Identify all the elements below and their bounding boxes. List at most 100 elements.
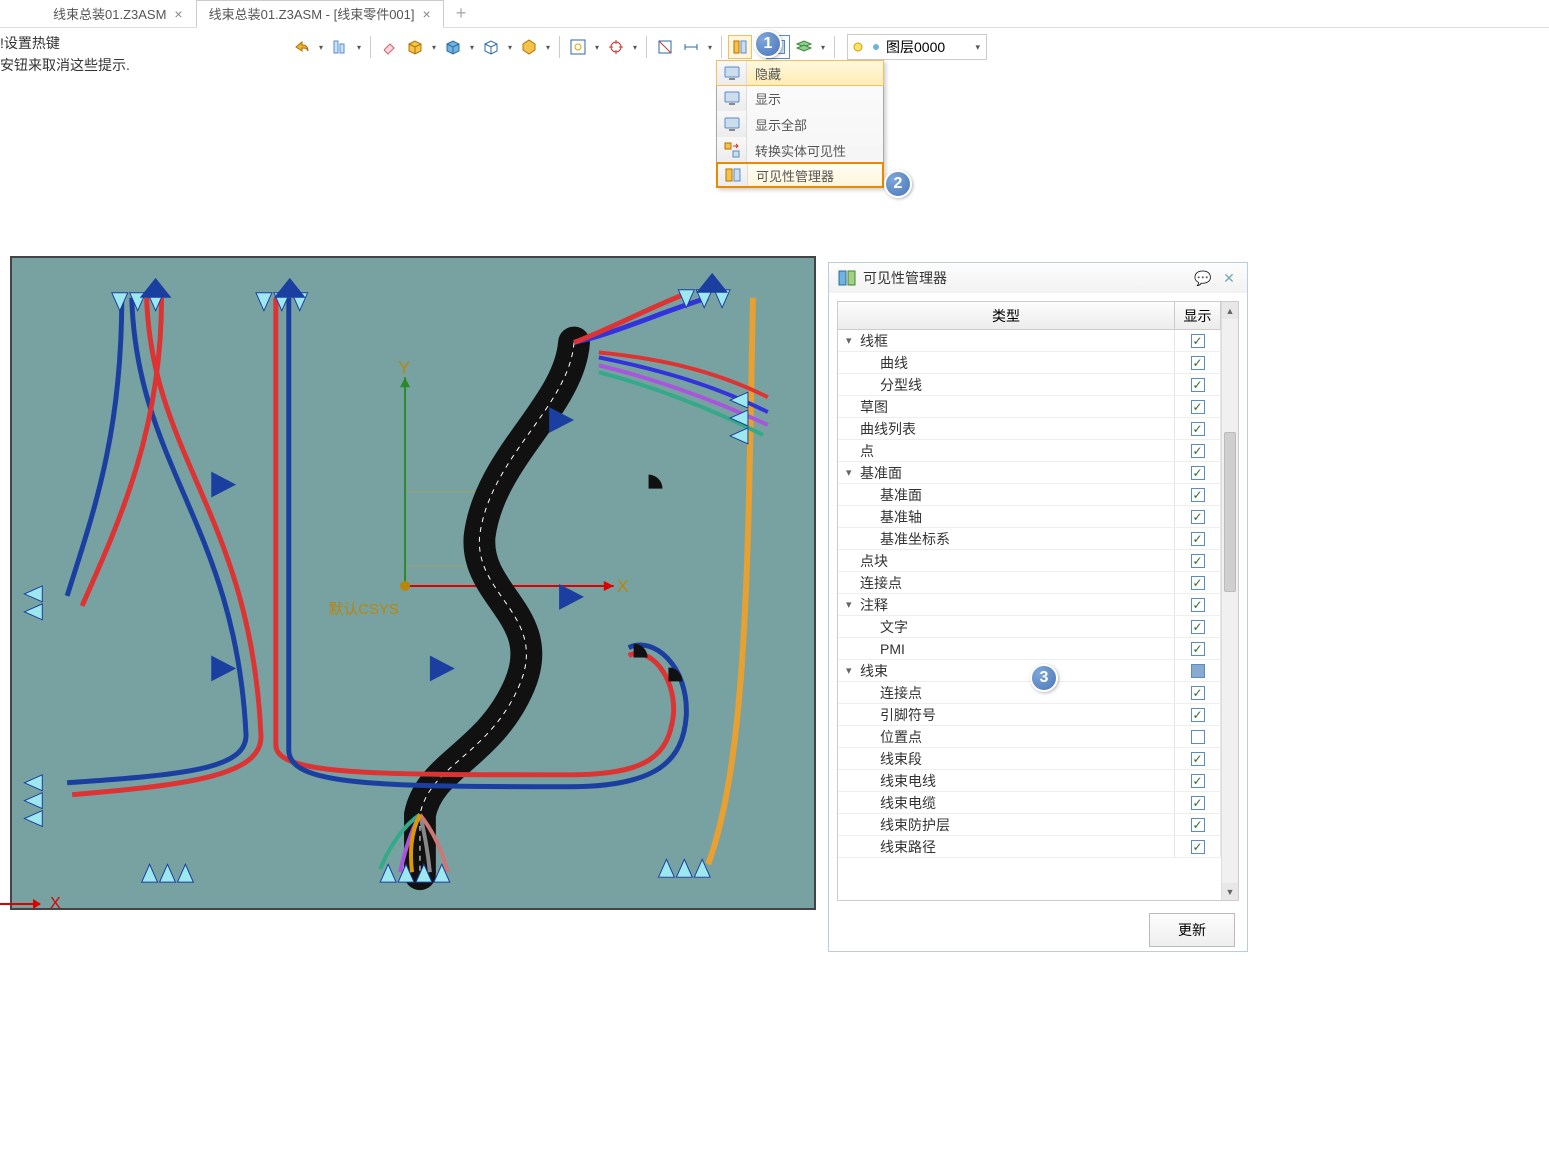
scroll-up-button[interactable]: ▲	[1222, 302, 1238, 319]
checkbox[interactable]: ✓	[1191, 686, 1205, 700]
visibility-menu-button[interactable]	[728, 35, 752, 59]
scroll-thumb[interactable]	[1224, 432, 1236, 592]
checkbox[interactable]: ✓	[1191, 334, 1205, 348]
tab-1[interactable]: 线束总装01.Z3ASM ×	[40, 0, 196, 28]
checkbox[interactable]: ✓	[1191, 620, 1205, 634]
csys-label: 默认CSYS	[329, 601, 399, 618]
table-row[interactable]: 连接点✓	[838, 572, 1221, 594]
toolbar: ▾ ▾ ▾ ▾ ▾ ▾ ▾ ▾ ▾ ▾ ▾ 图层0000 ▾	[290, 32, 987, 62]
chevron-down-icon[interactable]: ▾	[846, 664, 860, 677]
dropdown-arrow-icon[interactable]: ▾	[592, 43, 602, 52]
layer-selector[interactable]: 图层0000 ▾	[847, 34, 987, 60]
zoom-select-button[interactable]	[566, 35, 590, 59]
checkbox[interactable]: ✓	[1191, 818, 1205, 832]
dropdown-arrow-icon[interactable]: ▾	[354, 43, 364, 52]
update-button[interactable]: 更新	[1149, 913, 1235, 947]
checkbox[interactable]: ✓	[1191, 752, 1205, 766]
dropdown-arrow-icon[interactable]: ▾	[316, 43, 326, 52]
tab-bar: 线束总装01.Z3ASM × 线束总装01.Z3ASM - [线束零件001] …	[0, 0, 1549, 28]
checkbox[interactable]: ✓	[1191, 554, 1205, 568]
checkbox[interactable]: ✓	[1191, 466, 1205, 480]
table-row[interactable]: 连接点✓	[838, 682, 1221, 704]
table-row[interactable]: ▾基准面✓	[838, 462, 1221, 484]
checkbox[interactable]: ✓	[1191, 774, 1205, 788]
wireframe-box-button[interactable]	[479, 35, 503, 59]
checkbox[interactable]: ✓	[1191, 598, 1205, 612]
checkbox[interactable]: ✓	[1191, 400, 1205, 414]
checkbox[interactable]: ✓	[1191, 378, 1205, 392]
measure-button[interactable]	[679, 35, 703, 59]
dropdown-arrow-icon[interactable]: ▾	[630, 43, 640, 52]
table-row[interactable]: 位置点	[838, 726, 1221, 748]
dropdown-arrow-icon[interactable]: ▾	[429, 43, 439, 52]
checkbox[interactable]: ✓	[1191, 642, 1205, 656]
checkbox[interactable]: ✓	[1191, 796, 1205, 810]
chevron-down-icon[interactable]: ▾	[846, 334, 860, 347]
table-row[interactable]: 点✓	[838, 440, 1221, 462]
checkbox[interactable]: ✓	[1191, 576, 1205, 590]
target-button[interactable]	[604, 35, 628, 59]
column-header-type[interactable]: 类型	[838, 302, 1175, 329]
dropdown-arrow-icon[interactable]: ▾	[543, 43, 553, 52]
undo-button[interactable]	[290, 35, 314, 59]
align-button[interactable]	[328, 35, 352, 59]
dropdown-item-show-all[interactable]: 显示全部	[717, 111, 883, 137]
dropdown-arrow-icon[interactable]: ▾	[505, 43, 515, 52]
table-row[interactable]: 基准坐标系✓	[838, 528, 1221, 550]
table-row[interactable]: ▾注释✓	[838, 594, 1221, 616]
checkbox[interactable]: ✓	[1191, 356, 1205, 370]
dropdown-item-hide[interactable]: 隐藏	[716, 60, 884, 86]
table-row[interactable]: 线束电线✓	[838, 770, 1221, 792]
column-header-show[interactable]: 显示	[1175, 302, 1221, 329]
table-row[interactable]: 基准轴✓	[838, 506, 1221, 528]
dropdown-item-show[interactable]: 显示	[717, 85, 883, 111]
dropdown-arrow-icon: ▾	[975, 42, 980, 53]
table-row[interactable]: 分型线✓	[838, 374, 1221, 396]
dropdown-arrow-icon[interactable]: ▾	[818, 43, 828, 52]
help-icon[interactable]: 💬	[1193, 268, 1213, 288]
scrollbar[interactable]: ▲ ▼	[1221, 302, 1238, 900]
checkbox[interactable]: ✓	[1191, 532, 1205, 546]
chevron-down-icon[interactable]: ▾	[846, 466, 860, 479]
dropdown-item-visibility-manager[interactable]: 可见性管理器	[716, 162, 884, 188]
table-row[interactable]: 文字✓	[838, 616, 1221, 638]
close-icon[interactable]: ×	[423, 6, 431, 22]
checkbox[interactable]: ✓	[1191, 422, 1205, 436]
section-button[interactable]	[653, 35, 677, 59]
panel-titlebar[interactable]: 可见性管理器 💬 ✕	[829, 263, 1247, 293]
table-row[interactable]: 线束路径✓	[838, 836, 1221, 858]
checkbox[interactable]: ✓	[1191, 510, 1205, 524]
polygon-button[interactable]	[517, 35, 541, 59]
scroll-down-button[interactable]: ▼	[1222, 883, 1238, 900]
tab-2[interactable]: 线束总装01.Z3ASM - [线束零件001] ×	[196, 0, 444, 28]
checkbox[interactable]	[1191, 730, 1205, 744]
checkbox[interactable]: ✓	[1191, 840, 1205, 854]
close-icon[interactable]: ✕	[1219, 268, 1239, 288]
dropdown-arrow-icon[interactable]: ▾	[705, 43, 715, 52]
table-row[interactable]: 线束电缆✓	[838, 792, 1221, 814]
table-row[interactable]: 基准面✓	[838, 484, 1221, 506]
table-row[interactable]: 曲线列表✓	[838, 418, 1221, 440]
layer-button[interactable]	[792, 35, 816, 59]
checkbox[interactable]	[1191, 664, 1205, 678]
box-blue-button[interactable]	[441, 35, 465, 59]
dropdown-item-toggle-visibility[interactable]: 转换实体可见性	[717, 137, 883, 163]
table-row[interactable]: PMI✓	[838, 638, 1221, 660]
checkbox[interactable]: ✓	[1191, 444, 1205, 458]
dropdown-arrow-icon[interactable]: ▾	[467, 43, 477, 52]
table-row[interactable]: 点块✓	[838, 550, 1221, 572]
table-row[interactable]: 引脚符号✓	[838, 704, 1221, 726]
viewport-3d[interactable]: X Y 默认CSYS	[10, 256, 816, 910]
table-row[interactable]: 曲线✓	[838, 352, 1221, 374]
erase-button[interactable]	[377, 35, 401, 59]
tab-add-button[interactable]: +	[450, 3, 473, 24]
table-row[interactable]: 线束段✓	[838, 748, 1221, 770]
box-yellow-button[interactable]	[403, 35, 427, 59]
close-icon[interactable]: ×	[174, 6, 182, 22]
chevron-down-icon[interactable]: ▾	[846, 598, 860, 611]
checkbox[interactable]: ✓	[1191, 488, 1205, 502]
table-row[interactable]: 线束防护层✓	[838, 814, 1221, 836]
table-row[interactable]: 草图✓	[838, 396, 1221, 418]
checkbox[interactable]: ✓	[1191, 708, 1205, 722]
table-row[interactable]: ▾线框✓	[838, 330, 1221, 352]
